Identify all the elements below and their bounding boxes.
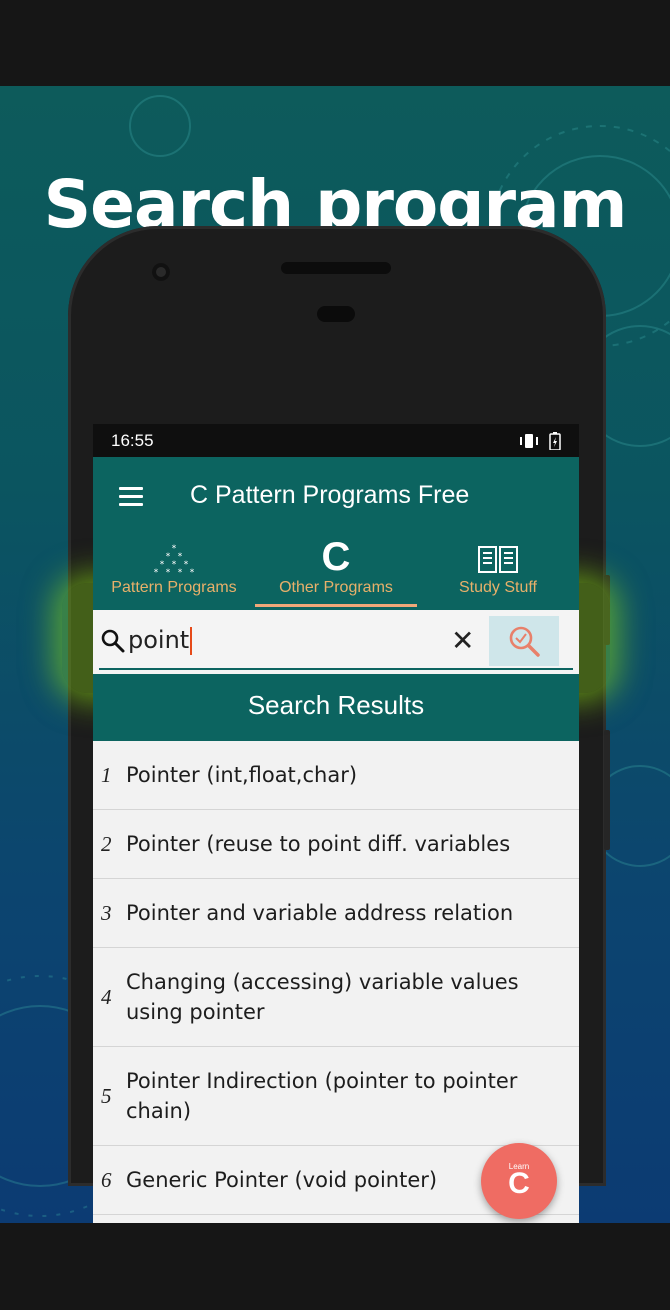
text-caret: [190, 627, 193, 655]
svg-text:*: *: [178, 552, 183, 562]
app-title: C Pattern Programs Free: [190, 481, 470, 509]
status-time: 16:55: [111, 430, 154, 450]
star-pyramid-icon: * * * * * * * * * *: [154, 544, 195, 575]
svg-text:*: *: [172, 544, 177, 554]
svg-text:*: *: [166, 552, 171, 562]
search-input-value: point: [128, 626, 190, 654]
svg-text:*: *: [184, 560, 189, 570]
search-button[interactable]: [489, 616, 559, 666]
tab-label: Pattern Programs: [111, 579, 237, 596]
tab-study-stuff[interactable]: Study Stuff: [417, 537, 579, 607]
vibrate-icon: [520, 433, 538, 448]
results-list: 1 Pointer (int,float,char) 2 Pointer (re…: [93, 741, 579, 1215]
result-title: Pointer and variable address relation: [126, 901, 514, 925]
svg-text:*: *: [160, 560, 165, 570]
search-underline: [99, 668, 573, 670]
search-icon: [101, 629, 125, 653]
result-title: Generic Pointer (void pointer): [126, 1168, 438, 1192]
result-number: 2: [101, 831, 112, 856]
result-number: 1: [101, 762, 112, 787]
tab-label: Other Programs: [279, 579, 393, 596]
result-number: 5: [101, 1083, 112, 1108]
tab-label: Study Stuff: [459, 579, 537, 596]
svg-text:*: *: [190, 568, 195, 575]
result-title: Pointer Indirection (pointer to pointer …: [126, 1069, 518, 1123]
search-input[interactable]: point: [128, 626, 193, 655]
tab-other-programs[interactable]: C Other Programs: [255, 537, 417, 607]
svg-text:*: *: [172, 560, 177, 570]
result-title: Changing (accessing) variable values usi…: [126, 970, 519, 1024]
tab-bar: * * * * * * * * * * Pattern Programs C Other P…: [93, 537, 579, 607]
proximity-sensor: [317, 306, 355, 322]
result-number: 6: [101, 1167, 112, 1192]
tab-pattern-programs[interactable]: * * * * * * * * * * Pattern Programs: [93, 537, 255, 607]
app-bar: C Pattern Programs Free: [93, 457, 579, 537]
learn-c-fab-button[interactable]: Learn C: [481, 1143, 557, 1219]
result-item[interactable]: 2 Pointer (reuse to point diff. variable…: [93, 810, 579, 879]
fab-label-big: C: [508, 1166, 530, 1200]
front-camera: [152, 263, 170, 281]
result-number: 3: [101, 900, 112, 925]
result-title: Pointer (int,float,char): [126, 763, 358, 787]
phone-screen: 16:55 C Pattern Programs Free * * * * * *: [93, 424, 579, 1223]
earpiece-speaker: [281, 262, 391, 274]
result-item[interactable]: 1 Pointer (int,float,char): [93, 741, 579, 810]
power-button: [604, 730, 610, 850]
result-item[interactable]: 5 Pointer Indirection (pointer to pointe…: [93, 1047, 579, 1146]
search-bar: point ✕: [93, 607, 579, 677]
search-field[interactable]: point ✕: [93, 610, 579, 674]
result-item[interactable]: 3 Pointer and variable address relation: [93, 879, 579, 948]
status-bar: 16:55: [93, 424, 579, 457]
search-check-icon: [509, 626, 540, 657]
search-results-heading: Search Results: [93, 677, 579, 741]
bottom-black-bar: [0, 1223, 670, 1310]
clear-icon[interactable]: ✕: [451, 627, 474, 655]
svg-text:*: *: [178, 568, 183, 575]
battery-charging-icon: [549, 431, 561, 450]
result-item[interactable]: 4 Changing (accessing) variable values u…: [93, 948, 579, 1047]
result-title: Pointer (reuse to point diff. variables: [126, 832, 511, 856]
letter-c-icon: C: [321, 535, 351, 579]
open-book-icon: [478, 546, 518, 573]
svg-text:*: *: [154, 568, 159, 575]
hamburger-menu-icon[interactable]: [119, 487, 143, 507]
svg-text:*: *: [166, 568, 171, 575]
result-number: 4: [101, 984, 112, 1009]
status-icons: [519, 431, 561, 450]
top-black-bar: [0, 0, 670, 86]
